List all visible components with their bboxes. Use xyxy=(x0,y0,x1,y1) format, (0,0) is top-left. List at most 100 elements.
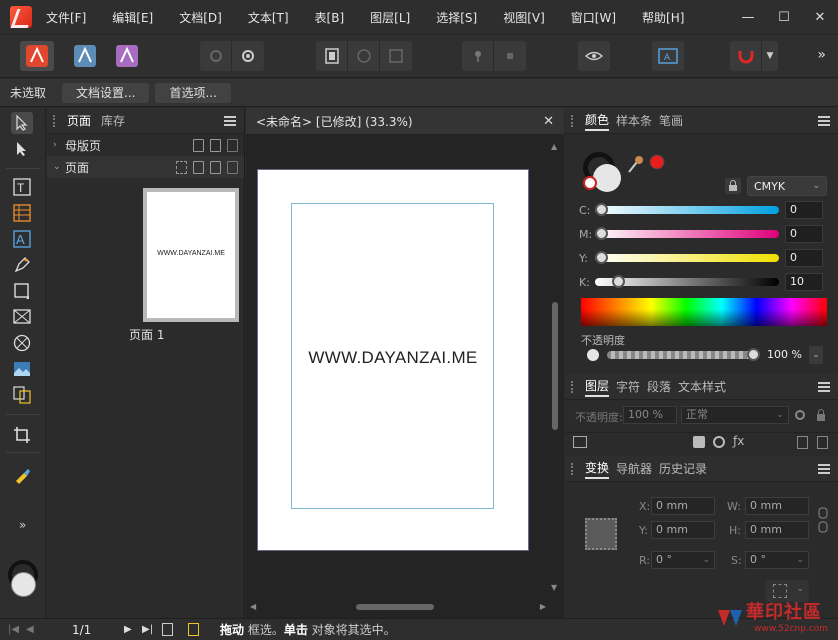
scroll-left-icon[interactable]: ◀ xyxy=(250,602,256,611)
menu-document[interactable]: 文档[D] xyxy=(179,9,222,26)
place-image-tool[interactable] xyxy=(11,358,33,380)
menu-table[interactable]: 表[B] xyxy=(315,9,345,26)
shear-field[interactable]: 0 ° ⌄ xyxy=(745,551,809,569)
close-document-button[interactable]: ✕ xyxy=(543,114,554,129)
color-fill-stroke-widget[interactable] xyxy=(581,150,627,196)
tab-stroke[interactable]: 笔画 xyxy=(659,112,683,129)
menu-layer[interactable]: 图层[L] xyxy=(370,9,410,26)
layer-mask-icon[interactable] xyxy=(573,436,587,448)
page-options-icon[interactable] xyxy=(176,160,187,174)
magenta-slider[interactable] xyxy=(595,227,779,240)
cyan-value[interactable]: 0 xyxy=(785,201,823,219)
magenta-knob[interactable] xyxy=(595,227,608,240)
photo-persona-button[interactable] xyxy=(110,41,144,71)
layer-settings-icon[interactable] xyxy=(793,408,807,422)
layer-lock-icon[interactable] xyxy=(815,408,827,422)
move-tool[interactable] xyxy=(11,112,33,134)
fill-stroke-widget[interactable] xyxy=(8,560,38,600)
pin-button[interactable] xyxy=(462,41,494,71)
menu-select[interactable]: 选择[S] xyxy=(436,9,477,26)
tab-swatches[interactable]: 样本条 xyxy=(616,112,652,129)
pages-row[interactable]: ⌄ 页面 xyxy=(47,156,244,178)
next-page-icon[interactable]: ▶ xyxy=(124,624,132,635)
panel-menu-icon[interactable] xyxy=(818,115,830,126)
anchor-selector[interactable] xyxy=(585,518,617,550)
snapping-button[interactable] xyxy=(730,41,762,71)
tab-navigator[interactable]: 导航器 xyxy=(616,460,652,477)
cyan-knob[interactable] xyxy=(595,203,608,216)
preferences-button[interactable]: 首选项... xyxy=(155,82,231,103)
color-spectrum[interactable] xyxy=(581,298,827,326)
duplicate-page-icon[interactable] xyxy=(210,160,221,174)
tab-text-styles[interactable]: 文本样式 xyxy=(678,378,726,395)
lock-button[interactable] xyxy=(725,178,741,194)
tab-paragraph[interactable]: 段落 xyxy=(647,378,671,395)
pen-tool[interactable] xyxy=(11,254,33,276)
scroll-down-icon[interactable]: ▼ xyxy=(551,583,557,592)
delete-page-icon[interactable] xyxy=(227,160,238,174)
color-model-select[interactable]: CMYK ⌄ xyxy=(747,176,827,196)
menu-help[interactable]: 帮助[H] xyxy=(642,9,684,26)
menu-window[interactable]: 窗口[W] xyxy=(571,9,616,26)
unpin-button[interactable] xyxy=(494,41,526,71)
snapping-dropdown[interactable]: ▼ xyxy=(762,41,778,71)
black-knob[interactable] xyxy=(612,275,626,288)
rectangle-frame-tool[interactable] xyxy=(11,306,33,328)
tab-history[interactable]: 历史记录 xyxy=(659,460,707,477)
tab-color[interactable]: 颜色 xyxy=(585,111,610,131)
add-mask-icon[interactable] xyxy=(693,436,705,448)
y-field[interactable]: 0 mm xyxy=(651,521,715,539)
canvas-text-frame[interactable]: WWW.DAYANZAI.ME xyxy=(258,348,528,368)
page-thumbnail[interactable]: WWW.DAYANZAI.ME xyxy=(143,188,239,322)
vertical-scrollbar[interactable]: ▲ ▼ xyxy=(550,142,560,592)
panel-grip-icon[interactable] xyxy=(571,114,585,127)
first-page-icon[interactable]: |◀ xyxy=(8,624,19,635)
crop-tool[interactable] xyxy=(11,424,33,446)
canvas-page[interactable]: WWW.DAYANZAI.ME xyxy=(257,169,529,551)
fill-color-swatch[interactable] xyxy=(593,164,621,192)
spread-view-icon[interactable] xyxy=(188,623,199,636)
opacity-value[interactable]: 100 % xyxy=(767,348,802,361)
settings-button[interactable] xyxy=(232,41,264,71)
preview-button[interactable] xyxy=(578,41,610,71)
panel-menu-icon[interactable] xyxy=(224,115,236,126)
previous-page-icon[interactable]: ◀ xyxy=(26,624,34,635)
close-window-button[interactable]: ✕ xyxy=(802,10,838,25)
panel-menu-icon[interactable] xyxy=(818,463,830,474)
horizontal-scroll-thumb[interactable] xyxy=(356,604,434,610)
vertical-scroll-thumb[interactable] xyxy=(552,302,558,430)
add-master-icon[interactable] xyxy=(193,138,204,152)
adjustment-icon[interactable] xyxy=(713,436,725,448)
opacity-dropdown[interactable]: ⌄ xyxy=(809,346,823,364)
view-mode-clip-button[interactable] xyxy=(380,41,412,71)
add-layer-icon[interactable] xyxy=(797,436,808,449)
yellow-slider[interactable] xyxy=(595,251,779,264)
delete-layer-icon[interactable] xyxy=(817,436,828,449)
table-format-tool[interactable] xyxy=(11,384,33,406)
master-pages-row[interactable]: › 母版页 xyxy=(47,134,244,156)
tab-character[interactable]: 字符 xyxy=(616,378,640,395)
opacity-slider[interactable] xyxy=(607,348,760,361)
panel-grip-icon[interactable] xyxy=(571,380,585,393)
fx-icon[interactable]: ƒx xyxy=(733,434,744,448)
delete-master-icon[interactable] xyxy=(227,138,238,152)
toolbar-overflow-button[interactable]: » xyxy=(817,47,826,63)
color-picker-tool[interactable] xyxy=(11,464,33,486)
designer-persona-button[interactable] xyxy=(68,41,102,71)
link-icon[interactable] xyxy=(817,506,829,534)
black-slider[interactable] xyxy=(595,275,779,288)
table-tool[interactable] xyxy=(11,202,33,224)
blend-mode-select[interactable]: 正常 ⌄ xyxy=(681,406,789,424)
tab-pages[interactable]: 页面 xyxy=(67,112,91,129)
horizontal-scrollbar[interactable]: ◀ ▶ xyxy=(250,602,546,612)
frame-text-tool[interactable]: T xyxy=(11,176,33,198)
view-mode-bleed-button[interactable] xyxy=(348,41,380,71)
add-page-icon[interactable] xyxy=(193,160,204,174)
tab-assets[interactable]: 库存 xyxy=(101,112,125,129)
yellow-value[interactable]: 0 xyxy=(785,249,823,267)
menu-view[interactable]: 视图[V] xyxy=(503,9,545,26)
publisher-persona-button[interactable] xyxy=(20,41,54,71)
opacity-knob[interactable] xyxy=(747,348,760,361)
node-tool[interactable] xyxy=(11,138,33,160)
scroll-right-icon[interactable]: ▶ xyxy=(540,602,546,611)
